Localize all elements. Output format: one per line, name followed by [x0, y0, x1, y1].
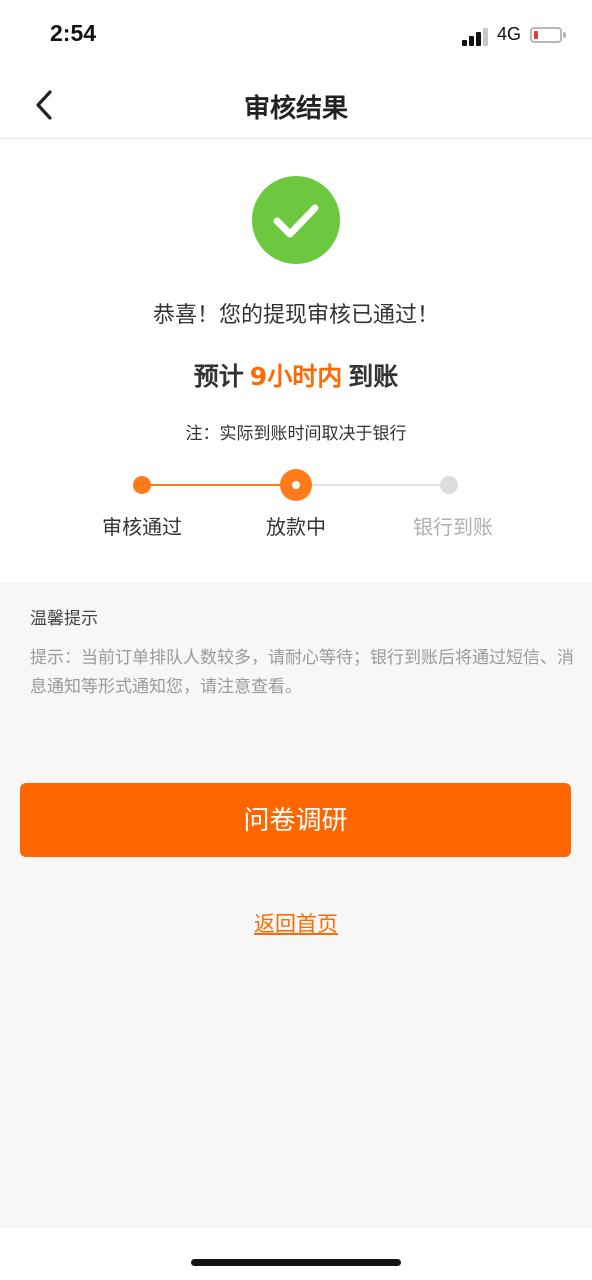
- status-bar: 2:54 4G: [0, 0, 592, 72]
- survey-button[interactable]: 问卷调研: [20, 783, 571, 857]
- battery-level: [534, 31, 538, 39]
- eta-highlight: 9小时内: [249, 362, 343, 391]
- eta-prefix: 预计: [193, 362, 244, 391]
- bank-note: 注：实际到账时间取决于银行: [185, 424, 407, 444]
- success-message: 恭喜！您的提现审核已通过！: [152, 303, 439, 328]
- result-card: 恭喜！您的提现审核已通过！ 预计 9小时内 到账 注：实际到账时间取决于银行 审核通…: [0, 139, 592, 583]
- step-dot-done: [133, 476, 151, 494]
- bottom-safe-area: [0, 1228, 592, 1280]
- home-indicator[interactable]: [191, 1259, 401, 1266]
- status-time: 2:54: [50, 20, 97, 46]
- page-title: 审核结果: [243, 94, 348, 124]
- signal-icon: [462, 28, 488, 46]
- step-dot-pending: [440, 476, 458, 494]
- battery-icon: [530, 27, 562, 43]
- navigation-bar: 审核结果: [0, 72, 592, 139]
- check-circle-icon: [252, 176, 340, 264]
- network-type: 4G: [497, 24, 522, 44]
- step-label-disbursing: 放款中: [266, 515, 326, 539]
- progress-steps: 审核通过 放款中 银行到账: [0, 465, 592, 545]
- eta-suffix: 到账: [348, 362, 399, 391]
- return-home-link[interactable]: 返回首页: [0, 908, 592, 938]
- battery-tip: [563, 32, 566, 38]
- arrival-estimate: 预计 9小时内 到账: [0, 357, 592, 393]
- progress-line-done: [142, 484, 296, 486]
- tips-title: 温馨提示: [30, 609, 98, 629]
- tips-body: 提示：当前订单排队人数较多，请耐心等待；银行到账后将通过短信、消息通知等形式通知…: [30, 648, 574, 697]
- step-label-approved: 审核通过: [102, 515, 182, 539]
- step-label-bank-arrival: 银行到账: [413, 515, 493, 539]
- step-dot-current: [280, 469, 312, 501]
- progress-line-pending: [296, 484, 449, 486]
